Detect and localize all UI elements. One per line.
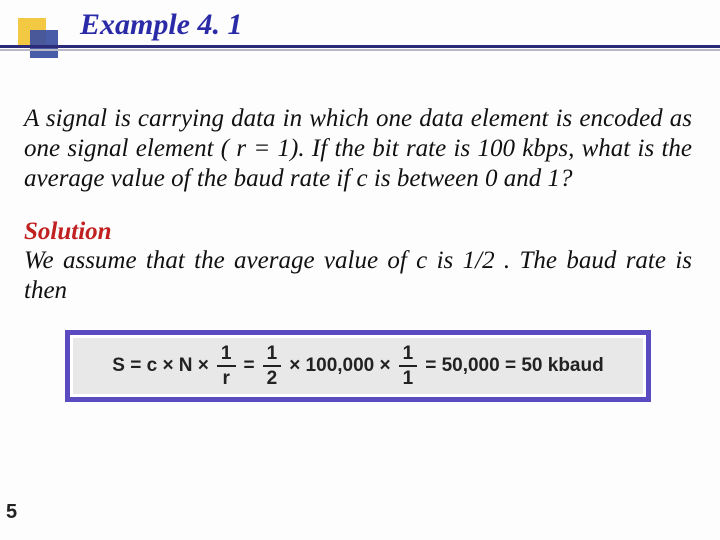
formula-mid: × 100,000 × — [289, 355, 390, 377]
fraction-1-over-1: 1 1 — [399, 344, 418, 388]
logo-square-blue — [30, 30, 58, 58]
solution-label: Solution — [24, 218, 112, 245]
formula: S = c × N × 1 r = 1 2 × 100,000 × 1 1 = … — [73, 338, 643, 394]
slide-header: Example 4. 1 — [0, 0, 720, 70]
fraction-1-over-2: 1 2 — [263, 344, 282, 388]
logo — [18, 18, 58, 58]
formula-rhs: = 50,000 = 50 kbaud — [425, 355, 604, 377]
slide-body: A signal is carrying data in which one d… — [0, 70, 720, 402]
example-title: Example 4. 1 — [80, 8, 243, 42]
fraction-1-over-r: 1 r — [217, 344, 236, 388]
title-underline — [0, 45, 720, 48]
formula-box: S = c × N × 1 r = 1 2 × 100,000 × 1 1 = … — [65, 330, 651, 402]
solution-text: We assume that the average value of c is… — [24, 246, 692, 306]
problem-statement: A signal is carrying data in which one d… — [24, 104, 692, 194]
equals-1: = — [244, 355, 255, 377]
title-underline-shadow — [0, 49, 720, 51]
formula-lhs: S = c × N × — [112, 355, 209, 377]
page-number: 5 — [6, 501, 17, 524]
